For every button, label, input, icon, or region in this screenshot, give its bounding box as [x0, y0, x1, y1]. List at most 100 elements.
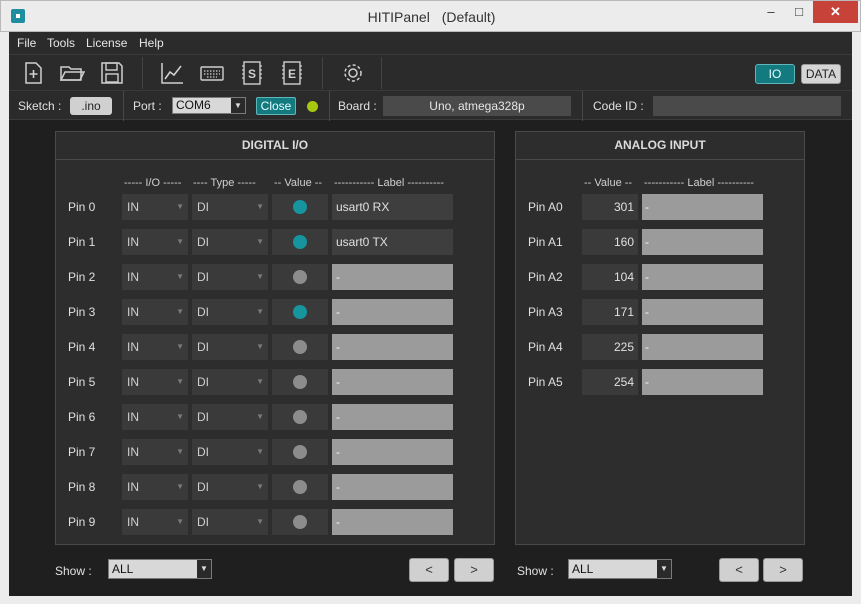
- digital-show-select[interactable]: ALL ▼: [108, 559, 212, 579]
- pin-type-select[interactable]: DI ▼: [192, 334, 268, 360]
- io-mode-select[interactable]: IN ▼: [122, 439, 188, 465]
- analog-label-field[interactable]: -: [642, 229, 763, 255]
- chevron-down-icon: ▼: [176, 237, 184, 246]
- pin-label-field[interactable]: usart0 RX: [332, 194, 453, 220]
- port-select[interactable]: COM6 ▼: [172, 97, 246, 114]
- pin-value-cell[interactable]: [272, 474, 328, 500]
- analog-pin-name: Pin A1: [528, 235, 563, 249]
- pin-label-field[interactable]: -: [332, 404, 453, 430]
- io-mode-value: IN: [127, 515, 139, 529]
- minimize-icon[interactable]: –: [757, 1, 785, 23]
- pin-value-cell[interactable]: [272, 264, 328, 290]
- sketch-ino-button[interactable]: .ino: [70, 97, 112, 115]
- new-file-icon[interactable]: [20, 60, 46, 86]
- pin-state-led-icon: [293, 235, 307, 249]
- digital-prev-button[interactable]: <: [409, 558, 449, 582]
- pin-value-cell[interactable]: [272, 439, 328, 465]
- io-mode-select[interactable]: IN ▼: [122, 334, 188, 360]
- analog-label-field[interactable]: -: [642, 334, 763, 360]
- pin-label-field[interactable]: -: [332, 334, 453, 360]
- analog-prev-button[interactable]: <: [719, 558, 759, 582]
- script-s-icon[interactable]: S: [239, 60, 265, 86]
- pin-value-cell[interactable]: [272, 229, 328, 255]
- io-mode-select[interactable]: IN ▼: [122, 299, 188, 325]
- pin-label-field[interactable]: -: [332, 439, 453, 465]
- pin-state-led-icon: [293, 200, 307, 214]
- digital-next-button[interactable]: >: [454, 558, 494, 582]
- pin-value-cell[interactable]: [272, 369, 328, 395]
- menu-license[interactable]: License: [86, 36, 127, 50]
- pin-label-field[interactable]: -: [332, 369, 453, 395]
- chevron-down-icon: ▼: [256, 237, 264, 246]
- pin-value-cell[interactable]: [272, 334, 328, 360]
- infobar-separator: [123, 91, 124, 121]
- analog-show-select[interactable]: ALL ▼: [568, 559, 672, 579]
- pin-type-select[interactable]: DI ▼: [192, 369, 268, 395]
- window-border-right: [852, 32, 861, 596]
- pin-type-value: DI: [197, 305, 209, 319]
- code-id-label: Code ID :: [593, 99, 644, 113]
- close-port-button[interactable]: Close: [256, 97, 296, 115]
- pin-value-cell[interactable]: [272, 404, 328, 430]
- pin-type-select[interactable]: DI ▼: [192, 194, 268, 220]
- analog-label-field[interactable]: -: [642, 369, 763, 395]
- analog-pin-name: Pin A4: [528, 340, 563, 354]
- open-folder-icon[interactable]: [59, 60, 86, 86]
- io-mode-select[interactable]: IN ▼: [122, 229, 188, 255]
- analog-label-field[interactable]: -: [642, 299, 763, 325]
- pin-label-field[interactable]: usart0 TX: [332, 229, 453, 255]
- pin-value-cell[interactable]: [272, 194, 328, 220]
- pin-type-value: DI: [197, 270, 209, 284]
- digital-pin-row: Pin 9 IN ▼ DI ▼ -: [56, 509, 494, 535]
- maximize-icon[interactable]: □: [785, 1, 813, 23]
- settings-gear-icon[interactable]: [340, 60, 366, 86]
- pin-type-select[interactable]: DI ▼: [192, 509, 268, 535]
- pin-type-select[interactable]: DI ▼: [192, 439, 268, 465]
- digital-pin-row: Pin 4 IN ▼ DI ▼ -: [56, 334, 494, 360]
- keyboard-icon[interactable]: [199, 60, 225, 86]
- io-mode-select[interactable]: IN ▼: [122, 404, 188, 430]
- pin-label-field[interactable]: -: [332, 264, 453, 290]
- pin-label-field[interactable]: -: [332, 299, 453, 325]
- io-mode-select[interactable]: IN ▼: [122, 264, 188, 290]
- analog-value-field: 225: [582, 334, 638, 360]
- menu-file[interactable]: File: [17, 36, 36, 50]
- pin-type-value: DI: [197, 515, 209, 529]
- pin-type-value: DI: [197, 480, 209, 494]
- data-view-button[interactable]: DATA: [801, 64, 841, 84]
- pin-label-field[interactable]: -: [332, 509, 453, 535]
- io-mode-select[interactable]: IN ▼: [122, 194, 188, 220]
- port-label: Port :: [133, 99, 162, 113]
- io-view-button[interactable]: IO: [755, 64, 795, 84]
- analog-label-field[interactable]: -: [642, 264, 763, 290]
- save-icon[interactable]: [99, 60, 125, 86]
- menu-help[interactable]: Help: [139, 36, 164, 50]
- pin-value-cell[interactable]: [272, 299, 328, 325]
- pin-type-select[interactable]: DI ▼: [192, 299, 268, 325]
- pin-type-value: DI: [197, 200, 209, 214]
- analog-next-button[interactable]: >: [763, 558, 803, 582]
- digital-pin-row: Pin 6 IN ▼ DI ▼ -: [56, 404, 494, 430]
- io-mode-select[interactable]: IN ▼: [122, 369, 188, 395]
- window-title: HITIPanel (Default): [1, 9, 861, 25]
- digital-pin-row: Pin 7 IN ▼ DI ▼ -: [56, 439, 494, 465]
- close-window-icon[interactable]: ✕: [813, 1, 858, 23]
- svg-text:E: E: [288, 67, 296, 81]
- chart-icon[interactable]: [159, 60, 185, 86]
- pin-value-cell[interactable]: [272, 509, 328, 535]
- pin-type-select[interactable]: DI ▼: [192, 404, 268, 430]
- pin-type-select[interactable]: DI ▼: [192, 229, 268, 255]
- io-mode-select[interactable]: IN ▼: [122, 474, 188, 500]
- analog-value-column-header: -- Value --: [584, 177, 633, 189]
- pin-type-select[interactable]: DI ▼: [192, 264, 268, 290]
- chevron-down-icon: ▼: [176, 412, 184, 421]
- menu-tools[interactable]: Tools: [47, 36, 75, 50]
- pin-type-select[interactable]: DI ▼: [192, 474, 268, 500]
- io-mode-select[interactable]: IN ▼: [122, 509, 188, 535]
- analog-value-field: 301: [582, 194, 638, 220]
- script-e-icon[interactable]: E: [279, 60, 305, 86]
- pin-state-led-icon: [293, 410, 307, 424]
- pin-state-led-icon: [293, 515, 307, 529]
- analog-label-field[interactable]: -: [642, 194, 763, 220]
- pin-label-field[interactable]: -: [332, 474, 453, 500]
